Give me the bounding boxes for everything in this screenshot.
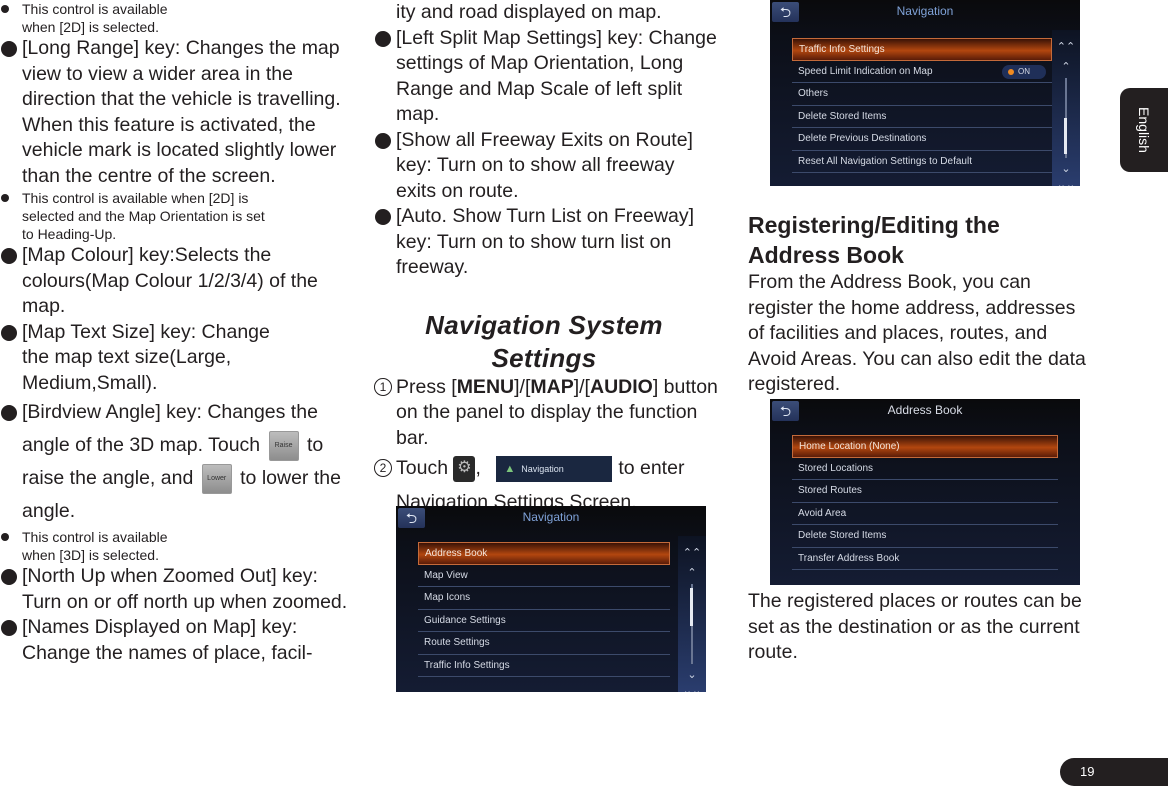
note-2d: This control is available when [2D] is s…: [0, 0, 350, 36]
address-book-list: Home Location (None) Stored Locations St…: [792, 435, 1058, 570]
page-number: 19: [1060, 758, 1168, 786]
bullet-icon: [1, 248, 17, 264]
speed-limit-toggle[interactable]: ON: [1002, 64, 1046, 79]
list-item[interactable]: Speed Limit Indication on Map ON: [792, 61, 1052, 83]
settings-list: Address Book Map View Map Icons Guidance…: [418, 542, 670, 677]
north-up-item: [North Up when Zoomed Out] key: Turn on …: [0, 564, 350, 615]
scroll-down-icon[interactable]: ⌄: [1052, 162, 1080, 175]
navigation-screen-1: ⮌ Navigation Address Book Map View Map I…: [396, 506, 706, 692]
freeway-exits-item: [Show all Freeway Exits on Route] key: T…: [374, 128, 719, 205]
screen-header: ⮌ Navigation: [396, 506, 706, 532]
bullet-icon: [375, 209, 391, 225]
bullet-icon: [1, 194, 9, 202]
scrollbar[interactable]: ⌃⌃ ⌃ ⌄ ⌄⌄: [678, 536, 706, 692]
bullet-icon: [1, 405, 17, 421]
list-item[interactable]: Map Icons: [418, 587, 670, 610]
navigation-button-icon: ▲ Navigation: [496, 455, 613, 482]
address-book-intro: From the Address Book, you can register …: [748, 271, 1086, 395]
scroll-thumb[interactable]: [1064, 118, 1067, 154]
scroll-up-icon[interactable]: ⌃: [678, 566, 706, 579]
screen-title: Navigation: [522, 510, 580, 524]
list-item[interactable]: Stored Locations: [792, 458, 1058, 480]
page-down-icon[interactable]: ⌄⌄: [678, 684, 706, 692]
address-book-outro: The registered places or routes can be s…: [748, 590, 1082, 663]
bullet-icon: [1, 533, 9, 541]
list-item[interactable]: Guidance Settings: [418, 610, 670, 632]
map-text-size-item: [Map Text Size] key: Change the map text…: [0, 320, 350, 397]
settings-gear-icon: ⚙: [453, 455, 476, 482]
bullet-icon: [1, 569, 17, 585]
toggle-on-indicator-icon: [1008, 68, 1014, 75]
map-colour-item: [Map Colour] key:Selects the colours(Map…: [0, 243, 350, 320]
list-item[interactable]: Others: [792, 83, 1052, 106]
navigation-arrow-icon: ▲: [504, 462, 516, 475]
list-item[interactable]: Reset All Navigation Settings to Default: [792, 151, 1052, 173]
names-displayed-item: [Names Displayed on Map] key: Change the…: [0, 615, 350, 666]
column-2: ity and road displayed on map. [Left Spl…: [374, 0, 719, 519]
bullet-icon: [1, 5, 9, 13]
language-tab: English: [1120, 88, 1168, 172]
names-continued: ity and road displayed on map.: [396, 1, 662, 23]
list-item[interactable]: Transfer Address Book: [792, 548, 1058, 570]
list-item[interactable]: Traffic Info Settings: [792, 38, 1052, 61]
scroll-down-icon[interactable]: ⌄: [678, 668, 706, 681]
bullet-icon: [1, 620, 17, 636]
list-item[interactable]: Home Location (None): [792, 435, 1058, 458]
address-book-screen: ⮌ Address Book Home Location (None) Stor…: [770, 399, 1080, 585]
bullet-icon: [1, 324, 17, 341]
list-item[interactable]: Avoid Area: [792, 503, 1058, 525]
list-item[interactable]: Route Settings: [418, 632, 670, 655]
step-1: 1 Press [MENU]/[MAP]/[AUDIO] button on t…: [374, 375, 719, 452]
lower-button-icon: Lower: [201, 463, 232, 494]
settings-list: Traffic Info Settings Speed Limit Indica…: [792, 38, 1052, 173]
screen-header: ⮌ Navigation: [770, 0, 1080, 26]
bullet-icon: [375, 30, 391, 47]
step-number: 1: [374, 377, 392, 396]
list-item[interactable]: Stored Routes: [792, 480, 1058, 503]
bullet-icon: [1, 41, 17, 57]
scroll-up-icon[interactable]: ⌃: [1052, 60, 1080, 73]
column-1: This control is available when [2D] is s…: [0, 0, 350, 666]
page-up-icon[interactable]: ⌃⌃: [678, 546, 706, 559]
step-number: 2: [374, 459, 392, 477]
birdview-angle-item: [Birdview Angle] key: Changes the angle …: [0, 396, 350, 528]
page-down-icon[interactable]: ⌄⌄: [1052, 178, 1080, 186]
long-range-item: [Long Range] key: Changes the map view t…: [0, 36, 350, 189]
section-title: Navigation System Settings: [425, 309, 663, 373]
list-item[interactable]: Delete Stored Items: [792, 525, 1058, 548]
list-item[interactable]: Map View: [418, 565, 670, 587]
raise-button-icon: Raise: [268, 430, 299, 461]
list-item[interactable]: Delete Stored Items: [792, 106, 1052, 128]
note-3d: This control is available when [3D] is s…: [0, 528, 350, 564]
note-heading-up: This control is available when [2D] is s…: [0, 189, 350, 243]
left-split-item: [Left Split Map Settings] key: Change se…: [374, 26, 719, 128]
scrollbar[interactable]: ⌃⌃ ⌃ ⌄ ⌄⌄: [1052, 30, 1080, 186]
navigation-screen-2: ⮌ Navigation Traffic Info Settings Speed…: [770, 0, 1080, 186]
column-3: Registering/Editing the Address Book Fro…: [748, 210, 1093, 398]
address-book-heading: Registering/Editing the Address Book: [748, 212, 1000, 268]
screen-header: ⮌ Address Book: [770, 399, 1080, 425]
list-item[interactable]: Address Book: [418, 542, 670, 565]
list-item[interactable]: Delete Previous Destinations: [792, 128, 1052, 151]
scroll-thumb[interactable]: [690, 588, 693, 626]
turn-list-item: [Auto. Show Turn List on Freeway] key: T…: [374, 204, 719, 281]
bullet-icon: [375, 132, 391, 149]
page-up-icon[interactable]: ⌃⌃: [1052, 40, 1080, 53]
screen-title: Address Book: [887, 403, 963, 417]
screen-title: Navigation: [896, 4, 954, 18]
list-item[interactable]: Traffic Info Settings: [418, 655, 670, 677]
